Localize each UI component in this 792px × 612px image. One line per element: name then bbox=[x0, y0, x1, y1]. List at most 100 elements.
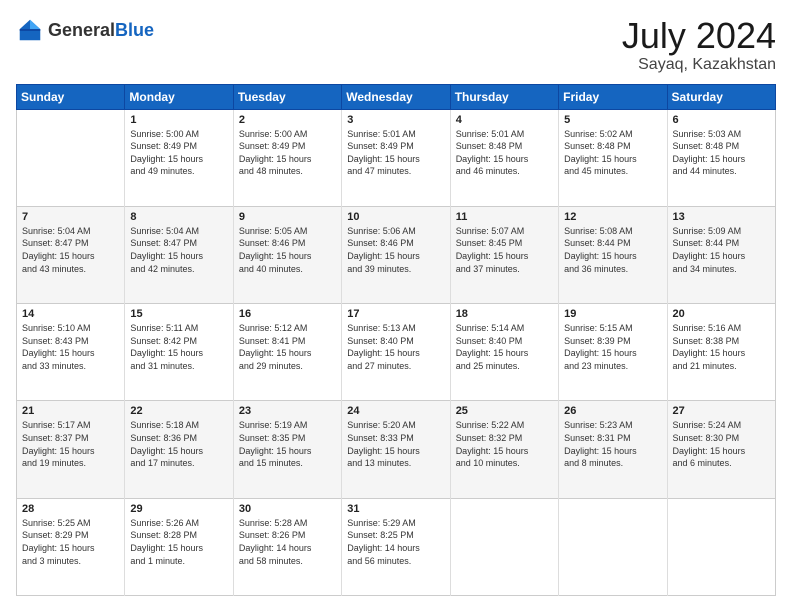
calendar-cell: 29Sunrise: 5:26 AM Sunset: 8:28 PM Dayli… bbox=[125, 498, 233, 595]
day-number: 5 bbox=[564, 114, 661, 126]
calendar-cell: 2Sunrise: 5:00 AM Sunset: 8:49 PM Daylig… bbox=[233, 109, 341, 206]
calendar-cell: 7 Sunrise: 5:04 AM Sunset: 8:47 PM Daylig… bbox=[17, 206, 125, 303]
calendar-cell: 10 Sunrise: 5:06 AM Sunset: 8:46 PM Dayli… bbox=[342, 206, 450, 303]
calendar-table: Sunday Monday Tuesday Wednesday Thursday… bbox=[16, 84, 776, 596]
day-number: 19 bbox=[564, 308, 661, 320]
day-info: Sunrise: 5:03 AM Sunset: 8:48 PM Dayligh… bbox=[673, 128, 770, 178]
col-friday: Friday bbox=[559, 84, 667, 109]
day-number: 6 bbox=[673, 114, 770, 126]
day-info: Sunrise: 5:28 AM Sunset: 8:26 PM Dayligh… bbox=[239, 517, 336, 567]
day-info: Sunrise: 5:25 AM Sunset: 8:29 PM Dayligh… bbox=[22, 517, 119, 567]
day-info: Sunrise: 5:17 AM Sunset: 8:37 PM Dayligh… bbox=[22, 419, 119, 469]
day-info: Sunrise: 5:01 AM Sunset: 8:48 PM Dayligh… bbox=[456, 128, 553, 178]
day-number: 13 bbox=[673, 211, 770, 223]
day-number: 21 bbox=[22, 405, 119, 417]
day-info: Sunrise: 5:00 AM Sunset: 8:49 PM Dayligh… bbox=[130, 128, 227, 178]
day-info: Sunrise: 5:01 AM Sunset: 8:49 PM Dayligh… bbox=[347, 128, 444, 178]
calendar-cell: 30 Sunrise: 5:28 AM Sunset: 8:26 PM Dayli… bbox=[233, 498, 341, 595]
calendar-cell: 23 Sunrise: 5:19 AM Sunset: 8:35 PM Dayli… bbox=[233, 401, 341, 498]
header: GeneralBlue July 2024 Sayaq, Kazakhstan bbox=[16, 16, 776, 74]
col-saturday: Saturday bbox=[667, 84, 775, 109]
day-info: Sunrise: 5:13 AM Sunset: 8:40 PM Dayligh… bbox=[347, 322, 444, 372]
day-number: 25 bbox=[456, 405, 553, 417]
day-number: 4 bbox=[456, 114, 553, 126]
day-number: 12 bbox=[564, 211, 661, 223]
calendar-cell: 6 Sunrise: 5:03 AM Sunset: 8:48 PM Daylig… bbox=[667, 109, 775, 206]
month-year: July 2024 bbox=[622, 16, 776, 56]
calendar-cell: 9Sunrise: 5:05 AM Sunset: 8:46 PM Daylig… bbox=[233, 206, 341, 303]
calendar-cell: 21 Sunrise: 5:17 AM Sunset: 8:37 PM Dayli… bbox=[17, 401, 125, 498]
calendar-cell bbox=[450, 498, 558, 595]
day-number: 16 bbox=[239, 308, 336, 320]
calendar-cell: 1 Sunrise: 5:00 AM Sunset: 8:49 PM Daylig… bbox=[125, 109, 233, 206]
day-info: Sunrise: 5:16 AM Sunset: 8:38 PM Dayligh… bbox=[673, 322, 770, 372]
day-number: 10 bbox=[347, 211, 444, 223]
calendar-cell: 27 Sunrise: 5:24 AM Sunset: 8:30 PM Dayli… bbox=[667, 401, 775, 498]
day-info: Sunrise: 5:06 AM Sunset: 8:46 PM Dayligh… bbox=[347, 225, 444, 275]
day-info: Sunrise: 5:14 AM Sunset: 8:40 PM Dayligh… bbox=[456, 322, 553, 372]
day-number: 22 bbox=[130, 405, 227, 417]
day-info: Sunrise: 5:12 AM Sunset: 8:41 PM Dayligh… bbox=[239, 322, 336, 372]
day-info: Sunrise: 5:07 AM Sunset: 8:45 PM Dayligh… bbox=[456, 225, 553, 275]
day-info: Sunrise: 5:24 AM Sunset: 8:30 PM Dayligh… bbox=[673, 419, 770, 469]
day-info: Sunrise: 5:00 AM Sunset: 8:49 PM Dayligh… bbox=[239, 128, 336, 178]
calendar-cell: 3 Sunrise: 5:01 AM Sunset: 8:49 PM Daylig… bbox=[342, 109, 450, 206]
calendar-cell: 31 Sunrise: 5:29 AM Sunset: 8:25 PM Dayli… bbox=[342, 498, 450, 595]
calendar-cell: 19 Sunrise: 5:15 AM Sunset: 8:39 PM Dayli… bbox=[559, 304, 667, 401]
day-info: Sunrise: 5:18 AM Sunset: 8:36 PM Dayligh… bbox=[130, 419, 227, 469]
day-info: Sunrise: 5:09 AM Sunset: 8:44 PM Dayligh… bbox=[673, 225, 770, 275]
col-monday: Monday bbox=[125, 84, 233, 109]
calendar-cell: 22 Sunrise: 5:18 AM Sunset: 8:36 PM Dayli… bbox=[125, 401, 233, 498]
calendar-cell: 12 Sunrise: 5:08 AM Sunset: 8:44 PM Dayli… bbox=[559, 206, 667, 303]
calendar-cell: 16 Sunrise: 5:12 AM Sunset: 8:41 PM Dayli… bbox=[233, 304, 341, 401]
page: GeneralBlue July 2024 Sayaq, Kazakhstan … bbox=[0, 0, 792, 612]
calendar-cell: 14Sunrise: 5:10 AM Sunset: 8:43 PM Dayli… bbox=[17, 304, 125, 401]
col-wednesday: Wednesday bbox=[342, 84, 450, 109]
day-info: Sunrise: 5:20 AM Sunset: 8:33 PM Dayligh… bbox=[347, 419, 444, 469]
week-row-4: 21 Sunrise: 5:17 AM Sunset: 8:37 PM Dayli… bbox=[17, 401, 776, 498]
day-number: 14 bbox=[22, 308, 119, 320]
calendar-cell: 13 Sunrise: 5:09 AM Sunset: 8:44 PM Dayli… bbox=[667, 206, 775, 303]
calendar-cell: 28 Sunrise: 5:25 AM Sunset: 8:29 PM Dayli… bbox=[17, 498, 125, 595]
day-info: Sunrise: 5:23 AM Sunset: 8:31 PM Dayligh… bbox=[564, 419, 661, 469]
week-row-1: 1 Sunrise: 5:00 AM Sunset: 8:49 PM Daylig… bbox=[17, 109, 776, 206]
calendar-cell: 18Sunrise: 5:14 AM Sunset: 8:40 PM Dayli… bbox=[450, 304, 558, 401]
logo-general: General bbox=[48, 20, 115, 40]
day-number: 27 bbox=[673, 405, 770, 417]
day-info: Sunrise: 5:19 AM Sunset: 8:35 PM Dayligh… bbox=[239, 419, 336, 469]
day-info: Sunrise: 5:15 AM Sunset: 8:39 PM Dayligh… bbox=[564, 322, 661, 372]
day-number: 28 bbox=[22, 503, 119, 515]
day-number: 31 bbox=[347, 503, 444, 515]
day-number: 30 bbox=[239, 503, 336, 515]
day-info: Sunrise: 5:08 AM Sunset: 8:44 PM Dayligh… bbox=[564, 225, 661, 275]
day-number: 15 bbox=[130, 308, 227, 320]
calendar-cell bbox=[667, 498, 775, 595]
day-number: 17 bbox=[347, 308, 444, 320]
week-row-5: 28 Sunrise: 5:25 AM Sunset: 8:29 PM Dayli… bbox=[17, 498, 776, 595]
day-number: 7 bbox=[22, 211, 119, 223]
day-number: 11 bbox=[456, 211, 553, 223]
day-number: 3 bbox=[347, 114, 444, 126]
title-block: July 2024 Sayaq, Kazakhstan bbox=[622, 16, 776, 74]
day-info: Sunrise: 5:04 AM Sunset: 8:47 PM Dayligh… bbox=[22, 225, 119, 275]
logo: GeneralBlue bbox=[16, 16, 154, 44]
day-info: Sunrise: 5:29 AM Sunset: 8:25 PM Dayligh… bbox=[347, 517, 444, 567]
calendar-cell: 15 Sunrise: 5:11 AM Sunset: 8:42 PM Dayli… bbox=[125, 304, 233, 401]
logo-icon bbox=[16, 16, 44, 44]
calendar-cell: 5Sunrise: 5:02 AM Sunset: 8:48 PM Daylig… bbox=[559, 109, 667, 206]
day-number: 1 bbox=[130, 114, 227, 126]
col-sunday: Sunday bbox=[17, 84, 125, 109]
day-number: 23 bbox=[239, 405, 336, 417]
calendar-cell: 11 Sunrise: 5:07 AM Sunset: 8:45 PM Dayli… bbox=[450, 206, 558, 303]
logo-blue: Blue bbox=[115, 20, 154, 40]
day-info: Sunrise: 5:11 AM Sunset: 8:42 PM Dayligh… bbox=[130, 322, 227, 372]
calendar-cell: 17 Sunrise: 5:13 AM Sunset: 8:40 PM Dayli… bbox=[342, 304, 450, 401]
calendar-cell: 20Sunrise: 5:16 AM Sunset: 8:38 PM Dayli… bbox=[667, 304, 775, 401]
calendar-cell: 8Sunrise: 5:04 AM Sunset: 8:47 PM Daylig… bbox=[125, 206, 233, 303]
calendar-cell bbox=[559, 498, 667, 595]
day-info: Sunrise: 5:05 AM Sunset: 8:46 PM Dayligh… bbox=[239, 225, 336, 275]
col-thursday: Thursday bbox=[450, 84, 558, 109]
day-number: 29 bbox=[130, 503, 227, 515]
day-number: 24 bbox=[347, 405, 444, 417]
day-info: Sunrise: 5:22 AM Sunset: 8:32 PM Dayligh… bbox=[456, 419, 553, 469]
